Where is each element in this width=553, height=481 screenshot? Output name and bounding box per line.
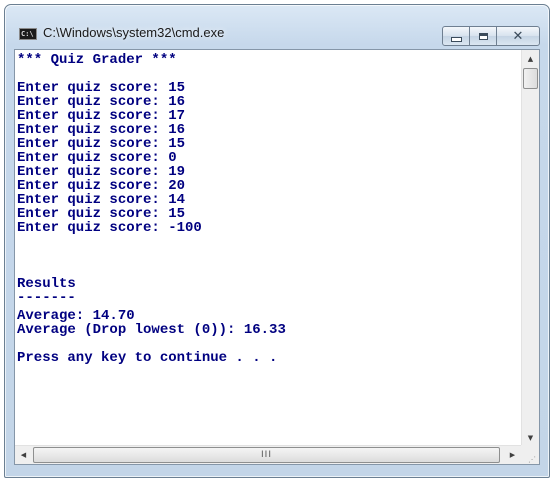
scroll-up-icon[interactable]: ▲	[522, 50, 539, 67]
console-line: Average: 14.70	[17, 308, 135, 324]
maximize-icon	[478, 32, 488, 40]
console-output[interactable]: *** Quiz Grader *** Enter quiz score: 15…	[15, 50, 521, 446]
console-line: Enter quiz score: 17	[17, 108, 186, 124]
console-line: Press any key to continue . . .	[17, 350, 278, 366]
console-line: Enter quiz score: 20	[17, 178, 186, 194]
cmd-window: C:\ C:\Windows\system32\cmd.exe ✕ *** Qu…	[4, 4, 550, 478]
maximize-button[interactable]	[469, 26, 497, 46]
horizontal-scroll-thumb[interactable]: III	[33, 447, 500, 463]
console-line: Enter quiz score: 0	[17, 150, 177, 166]
vertical-scrollbar[interactable]: ▲ ▼	[521, 50, 539, 446]
thumb-grip-icon: III	[261, 450, 272, 460]
console-line: Enter quiz score: 15	[17, 136, 186, 152]
console-line: Enter quiz score: 15	[17, 80, 186, 96]
console-app-icon[interactable]: C:\	[19, 28, 37, 40]
console-line: Enter quiz score: 15	[17, 206, 186, 222]
vertical-scroll-thumb[interactable]	[523, 68, 538, 89]
title-bar[interactable]: C:\ C:\Windows\system32\cmd.exe ✕	[5, 5, 549, 49]
console-line: *** Quiz Grader ***	[17, 52, 177, 68]
scroll-left-icon[interactable]: ◀	[15, 446, 32, 464]
scroll-down-icon[interactable]: ▼	[522, 429, 539, 446]
console-line: Results	[17, 276, 76, 292]
console-line: -------	[17, 290, 76, 306]
console-line: Enter quiz score: 14	[17, 192, 186, 208]
horizontal-scrollbar[interactable]: ◀ III ▶	[15, 445, 521, 464]
console-line: Enter quiz score: 19	[17, 164, 186, 180]
console-line: Enter quiz score: -100	[17, 220, 202, 236]
console-line: Enter quiz score: 16	[17, 94, 186, 110]
caption-buttons: ✕	[442, 26, 540, 46]
minimize-button[interactable]	[442, 26, 470, 46]
console-line: Enter quiz score: 16	[17, 122, 186, 138]
console-client-area: *** Quiz Grader *** Enter quiz score: 15…	[14, 49, 540, 465]
window-title: C:\Windows\system32\cmd.exe	[43, 25, 225, 40]
close-button[interactable]: ✕	[496, 26, 540, 46]
console-line: Average (Drop lowest (0)): 16.33	[17, 322, 286, 338]
resize-corner[interactable]: ⋰	[521, 445, 539, 464]
close-icon: ✕	[512, 28, 524, 44]
resize-grip-icon: ⋰	[528, 455, 536, 464]
minimize-icon	[450, 37, 462, 42]
scroll-right-icon[interactable]: ▶	[504, 446, 521, 464]
